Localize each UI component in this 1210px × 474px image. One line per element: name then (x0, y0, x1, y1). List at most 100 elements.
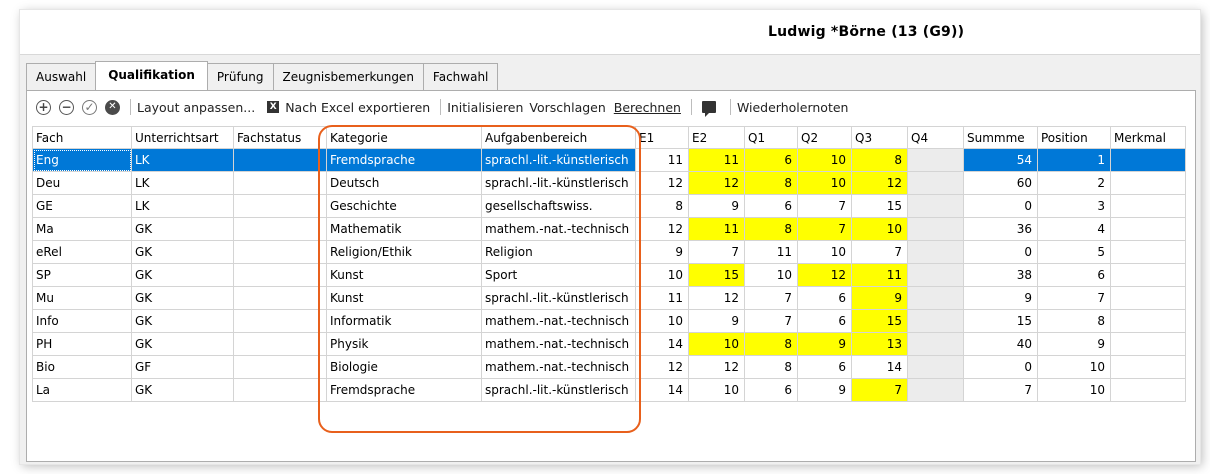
table-row[interactable]: GE LK Geschichte gesellschaftswiss. 8 9 … (32, 194, 1186, 218)
cell-merkmal[interactable] (1110, 194, 1186, 218)
cell-summe[interactable]: 54 (963, 148, 1038, 172)
cell-aufgabenbereich[interactable]: mathem.-nat.-technisch (481, 309, 636, 333)
cell-kategorie[interactable]: Kunst (326, 286, 482, 310)
cell-q4[interactable] (907, 194, 964, 218)
cell-position[interactable]: 10 (1037, 355, 1111, 379)
tab-fachwahl[interactable]: Fachwahl (422, 63, 499, 90)
cell-merkmal[interactable] (1110, 217, 1186, 241)
cell-fachstatus[interactable] (233, 355, 327, 379)
cell-aufgabenbereich[interactable]: sprachl.-lit.-künstlerisch (481, 148, 636, 172)
cell-summe[interactable]: 9 (963, 286, 1038, 310)
cell-unterrichtsart[interactable]: LK (131, 171, 234, 195)
cell-q4[interactable] (907, 217, 964, 241)
cell-e2[interactable]: 9 (688, 309, 745, 333)
cell-fach[interactable]: PH (32, 332, 132, 356)
table-row[interactable]: Deu LK Deutsch sprachl.-lit.-künstlerisc… (32, 171, 1186, 195)
cell-position[interactable]: 2 (1037, 171, 1111, 195)
cell-aufgabenbereich[interactable]: sprachl.-lit.-künstlerisch (481, 378, 636, 402)
initialisieren-button[interactable]: Initialisieren (447, 100, 523, 115)
cell-q3[interactable]: 8 (851, 148, 908, 172)
col-position[interactable]: Position (1037, 126, 1111, 149)
table-row[interactable]: Info GK Informatik mathem.-nat.-technisc… (32, 309, 1186, 333)
cell-e1[interactable]: 11 (635, 148, 689, 172)
col-fachstatus[interactable]: Fachstatus (233, 126, 327, 149)
cell-q1[interactable]: 6 (744, 194, 798, 218)
col-e1[interactable]: E1 (635, 126, 689, 149)
berechnen-button[interactable]: Berechnen (614, 100, 681, 115)
cell-e2[interactable]: 10 (688, 378, 745, 402)
col-aufgabenbereich[interactable]: Aufgabenbereich (481, 126, 636, 149)
cell-q1[interactable]: 6 (744, 148, 798, 172)
cell-position[interactable]: 3 (1037, 194, 1111, 218)
cell-e2[interactable]: 11 (688, 217, 745, 241)
cell-position[interactable]: 5 (1037, 240, 1111, 264)
cell-q2[interactable]: 9 (797, 378, 852, 402)
cell-summe[interactable]: 36 (963, 217, 1038, 241)
table-row[interactable]: Mu GK Kunst sprachl.-lit.-künstlerisch 1… (32, 286, 1186, 310)
table-row[interactable]: Ma GK Mathematik mathem.-nat.-technisch … (32, 217, 1186, 241)
excel-export-button[interactable]: Nach Excel exportieren (285, 100, 430, 115)
col-q4[interactable]: Q4 (907, 126, 964, 149)
cell-unterrichtsart[interactable]: LK (131, 194, 234, 218)
col-q2[interactable]: Q2 (797, 126, 852, 149)
cell-q3[interactable]: 11 (851, 263, 908, 287)
cell-unterrichtsart[interactable]: GK (131, 286, 234, 310)
cell-kategorie[interactable]: Deutsch (326, 171, 482, 195)
cell-q1[interactable]: 6 (744, 378, 798, 402)
col-q1[interactable]: Q1 (744, 126, 798, 149)
col-unterrichtsart[interactable]: Unterrichtsart (131, 126, 234, 149)
cell-fachstatus[interactable] (233, 332, 327, 356)
cell-q2[interactable]: 6 (797, 309, 852, 333)
col-kategorie[interactable]: Kategorie (326, 126, 482, 149)
cell-e1[interactable]: 12 (635, 171, 689, 195)
cell-e1[interactable]: 12 (635, 217, 689, 241)
col-merkmal[interactable]: Merkmal (1110, 126, 1186, 149)
cell-q3[interactable]: 7 (851, 378, 908, 402)
table-row[interactable]: Bio GF Biologie mathem.-nat.-technisch 1… (32, 355, 1186, 379)
cell-e2[interactable]: 10 (688, 332, 745, 356)
cell-q1[interactable]: 11 (744, 240, 798, 264)
table-row[interactable]: PH GK Physik mathem.-nat.-technisch 14 1… (32, 332, 1186, 356)
cell-kategorie[interactable]: Kunst (326, 263, 482, 287)
tab-qualifikation[interactable]: Qualifikation (95, 61, 208, 90)
cell-fach[interactable]: La (32, 378, 132, 402)
cell-fach[interactable]: Ma (32, 217, 132, 241)
cell-e1[interactable]: 10 (635, 309, 689, 333)
cell-merkmal[interactable] (1110, 148, 1186, 172)
minus-circle-icon[interactable]: − (59, 99, 74, 115)
cell-kategorie[interactable]: Mathematik (326, 217, 482, 241)
cell-fachstatus[interactable] (233, 240, 327, 264)
cell-position[interactable]: 6 (1037, 263, 1111, 287)
cell-fachstatus[interactable] (233, 148, 327, 172)
cell-aufgabenbereich[interactable]: sprachl.-lit.-künstlerisch (481, 286, 636, 310)
cell-unterrichtsart[interactable]: LK (131, 148, 234, 172)
cell-kategorie[interactable]: Biologie (326, 355, 482, 379)
cell-e2[interactable]: 12 (688, 171, 745, 195)
cell-summe[interactable]: 38 (963, 263, 1038, 287)
cell-position[interactable]: 9 (1037, 332, 1111, 356)
cell-q3[interactable]: 10 (851, 217, 908, 241)
cell-position[interactable]: 4 (1037, 217, 1111, 241)
cell-aufgabenbereich[interactable]: mathem.-nat.-technisch (481, 355, 636, 379)
table-row[interactable]: La GK Fremdsprache sprachl.-lit.-künstle… (32, 378, 1186, 402)
tab-pruefung[interactable]: Prüfung (206, 63, 274, 90)
cell-fach[interactable]: SP (32, 263, 132, 287)
cell-unterrichtsart[interactable]: GK (131, 240, 234, 264)
col-e2[interactable]: E2 (688, 126, 745, 149)
cell-e1[interactable]: 12 (635, 355, 689, 379)
cell-q2[interactable]: 7 (797, 194, 852, 218)
x-circle-icon[interactable]: ✕ (105, 99, 120, 115)
cell-merkmal[interactable] (1110, 355, 1186, 379)
cell-q2[interactable]: 6 (797, 286, 852, 310)
cell-summe[interactable]: 0 (963, 240, 1038, 264)
cell-q4[interactable] (907, 355, 964, 379)
cell-q2[interactable]: 6 (797, 355, 852, 379)
comment-icon[interactable] (701, 101, 716, 117)
cell-q4[interactable] (907, 148, 964, 172)
cell-unterrichtsart[interactable]: GF (131, 355, 234, 379)
cell-merkmal[interactable] (1110, 378, 1186, 402)
cell-merkmal[interactable] (1110, 286, 1186, 310)
cell-kategorie[interactable]: Geschichte (326, 194, 482, 218)
cell-q4[interactable] (907, 332, 964, 356)
cell-merkmal[interactable] (1110, 171, 1186, 195)
